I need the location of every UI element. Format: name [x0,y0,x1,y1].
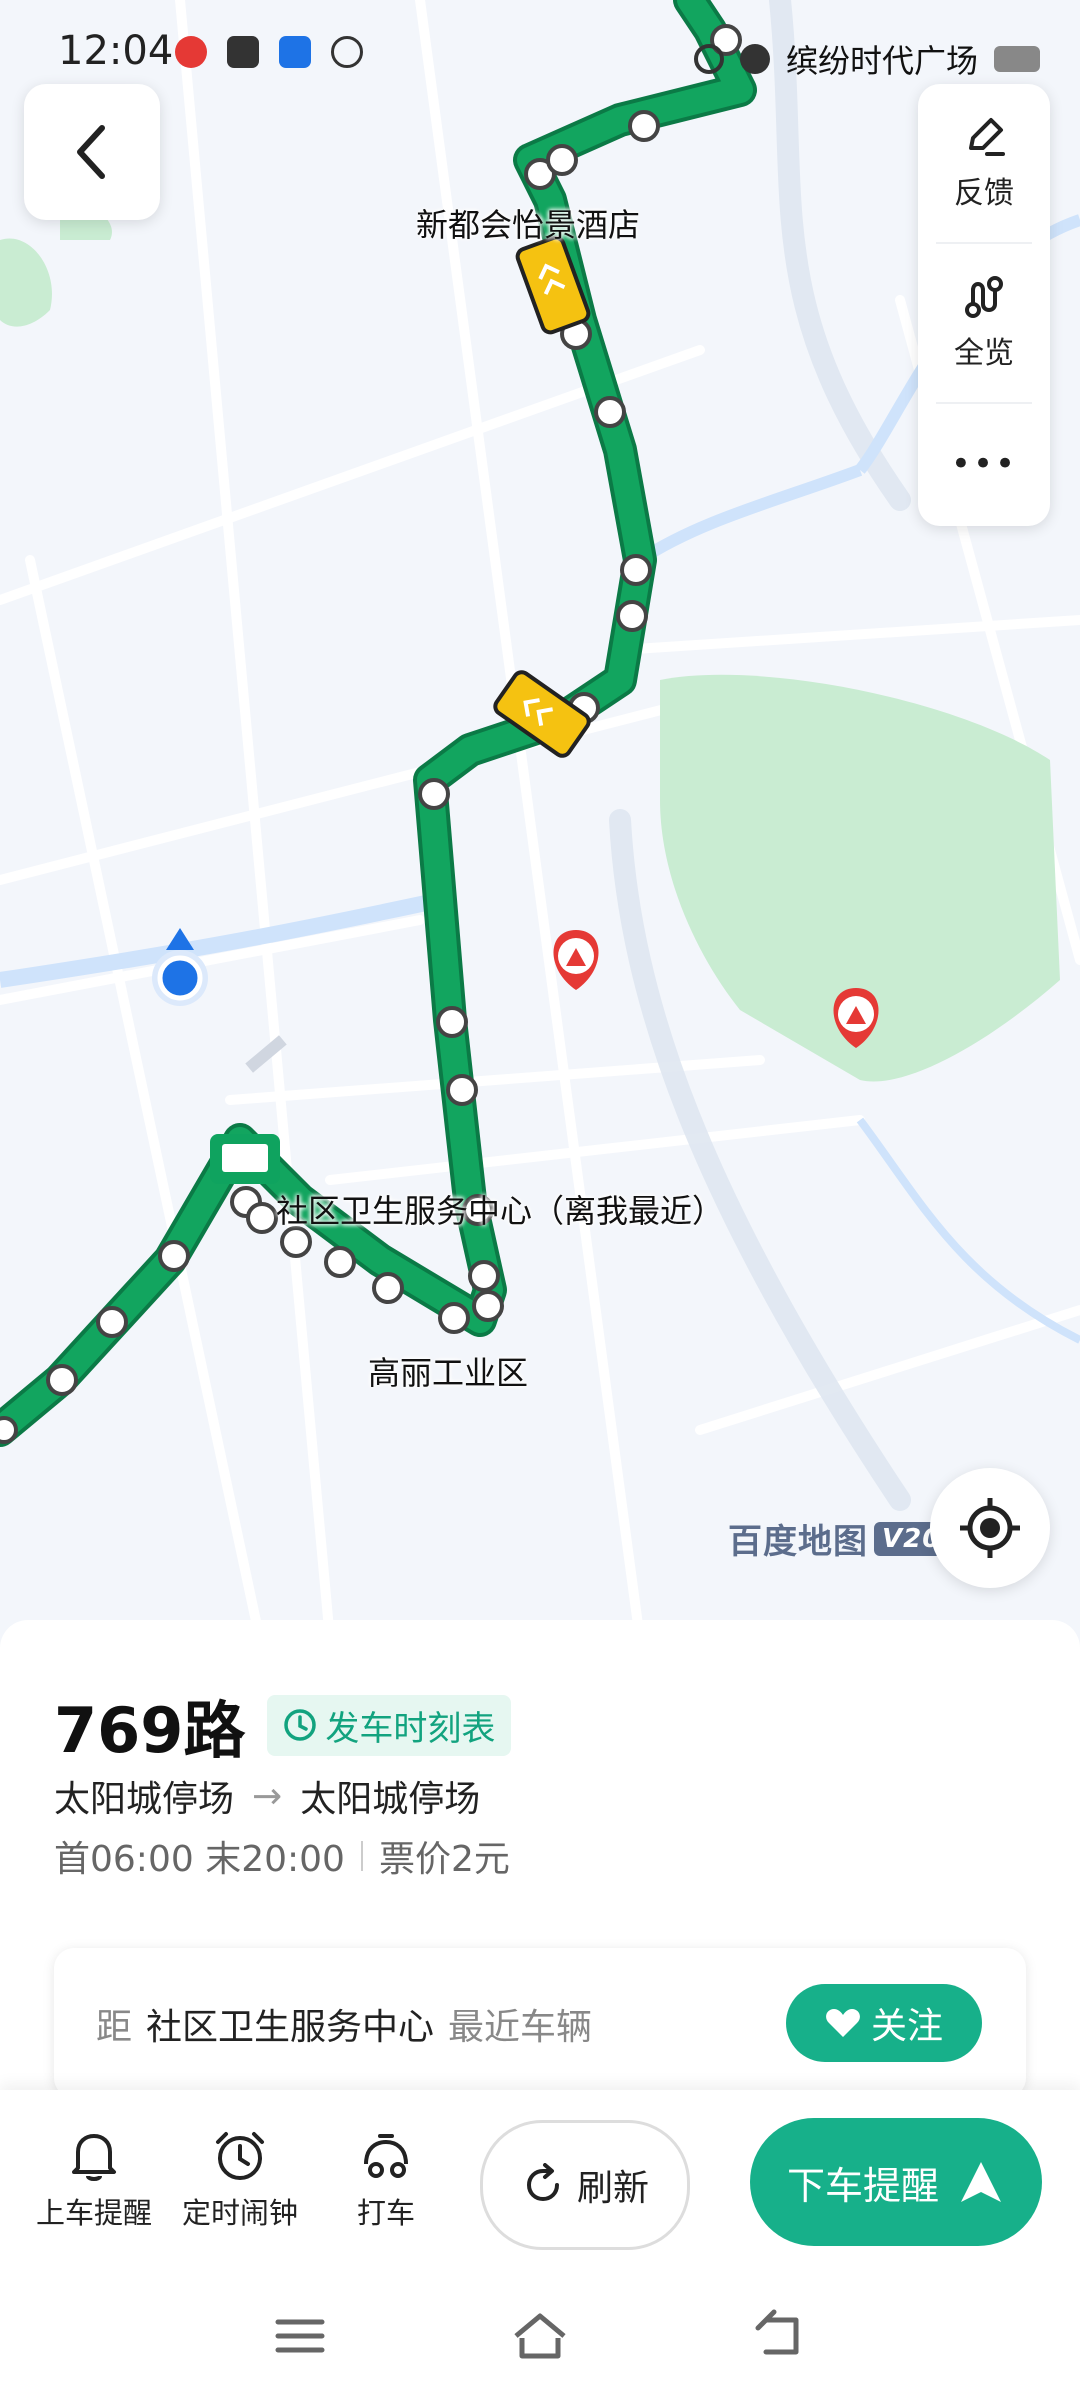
overview-label: 全览 [954,336,1014,371]
taxi-icon [364,2134,408,2178]
home-icon[interactable] [510,2308,570,2364]
distance-stop: 社区卫生服务中心 [146,2007,435,2048]
heart-icon [826,2009,860,2037]
timetable-button[interactable]: 发车时刻表 [267,1694,512,1756]
back-button[interactable] [24,84,160,220]
route-from: 太阳城停场 [54,1779,235,1820]
distance-suffix: 最近车辆 [448,2007,593,2048]
route-fare: 票价2元 [378,1839,510,1880]
nearest-vehicle-text: 距 社区卫生服务中心 最近车辆 [96,1998,592,2050]
route-arrow: → [252,1775,283,1817]
more-button[interactable]: ••• [936,404,1032,524]
message-icon [227,36,259,68]
map-label-health-center[interactable]: 社区卫生服务中心（离我最近） [276,1186,724,1232]
map-side-panel: 反馈 全览 ••• [918,84,1050,526]
distance-prefix: 距 [96,2007,133,2048]
alarm-button[interactable]: 定时闹钟 [170,2128,310,2232]
map-label-industrial[interactable]: 高丽工业区 [368,1348,528,1394]
edit-icon [969,118,1005,156]
status-bar: 12:04 缤纷时代广场 [0,0,1080,100]
bell-icon [72,2134,116,2181]
navigation-arrow-icon [961,2162,1001,2202]
chevron-left-icon [77,125,105,179]
follow-label: 关注 [870,2006,943,2047]
timetable-label: 发车时刻表 [325,1708,496,1749]
location-status-icon [739,44,770,74]
alarm-label: 定时闹钟 [181,2196,298,2230]
refresh-button[interactable]: 刷新 [480,2120,690,2250]
system-nav-bar [0,2270,1080,2400]
battery-icon [994,46,1040,72]
status-time: 12:04 [58,28,174,74]
alarm-status-icon [693,44,724,74]
alight-alert-label: 下车提醒 [786,2163,939,2208]
alipay-icon [279,36,311,68]
meta-divider [360,1841,363,1871]
map-label-hotel[interactable]: 新都会怡景酒店 [416,200,640,246]
overview-button[interactable]: 全览 [936,244,1032,404]
back-nav-icon[interactable] [752,2308,808,2364]
feedback-label: 反馈 [954,176,1014,211]
refresh-label: 刷新 [576,2168,649,2209]
more-icon: ••• [950,444,1018,484]
route-number: 769路 [54,1694,246,1767]
alarm-clock-icon [216,2132,264,2180]
link-icon [331,36,363,68]
route-to: 太阳城停场 [300,1779,481,1820]
refresh-icon [526,2163,559,2202]
follow-button[interactable]: 关注 [786,1984,982,2062]
status-right: 缤纷时代广场 [693,36,1040,82]
map-pin-icon [175,36,207,68]
map-brand: 百度地图 V20 [728,1514,950,1563]
status-right-text: 缤纷时代广场 [785,42,978,80]
crosshair-icon [960,1498,1020,1558]
route-meta: 首06:00 末20:00 票价2元 [54,1830,510,1882]
bottom-action-bar: 上车提醒 定时闹钟 打车 刷新 下车提醒 [0,2090,1080,2270]
locate-me-button[interactable] [930,1468,1050,1588]
route-title-row: 769路 发车时刻表 [54,1680,512,1770]
menu-icon[interactable] [272,2308,328,2364]
clock-icon [284,1709,317,1741]
route-overview-icon [965,276,1003,318]
route-direction: 太阳城停场 → 太阳城停场 [54,1770,480,1822]
alight-alert-button[interactable]: 下车提醒 [750,2118,1042,2246]
status-notification-icons [175,36,363,68]
map-brand-name: 百度地图 [728,1522,868,1562]
boarding-alert-button[interactable]: 上车提醒 [24,2128,164,2232]
boarding-alert-label: 上车提醒 [35,2196,152,2230]
feedback-button[interactable]: 反馈 [936,84,1032,244]
taxi-button[interactable]: 打车 [316,2128,456,2232]
taxi-label: 打车 [356,2196,415,2230]
route-hours: 首06:00 末20:00 [54,1839,345,1880]
nearest-vehicle-card[interactable]: 距 社区卫生服务中心 最近车辆 关注 [54,1948,1026,2098]
